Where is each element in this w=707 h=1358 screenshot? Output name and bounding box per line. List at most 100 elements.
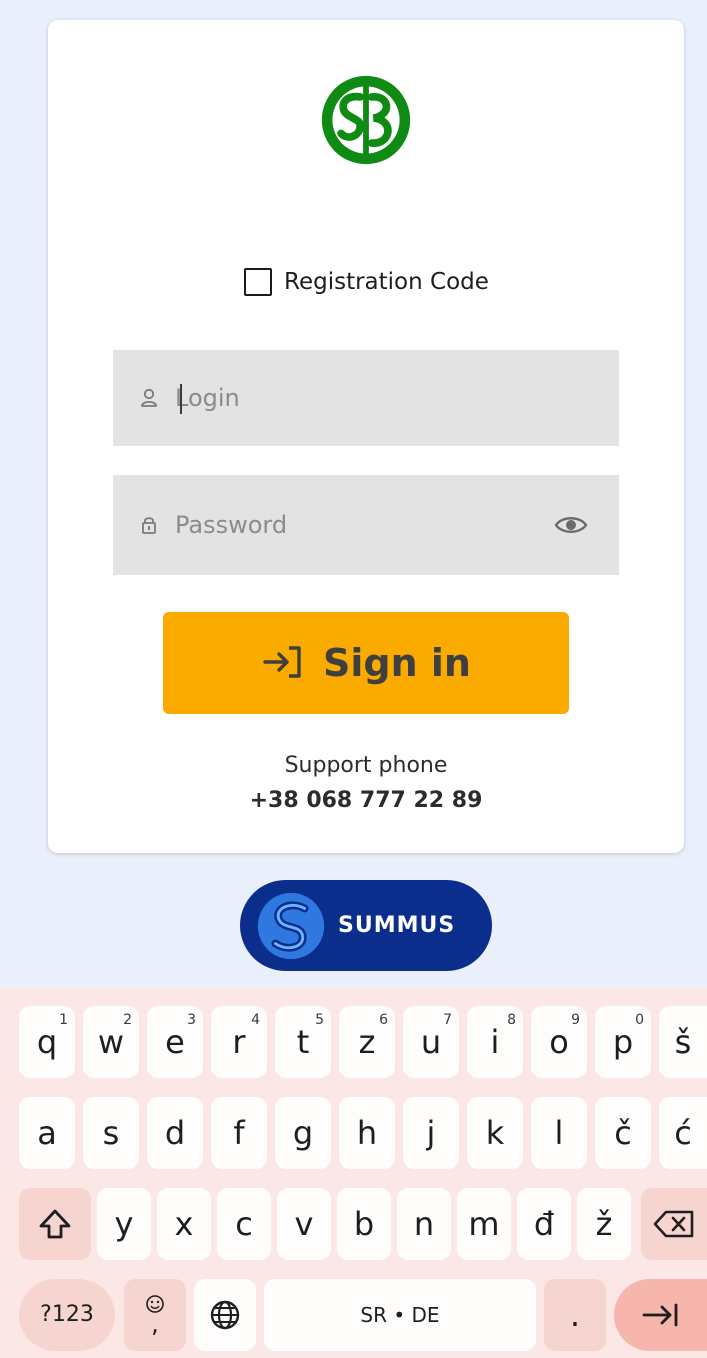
key-hint: 1 — [59, 1012, 68, 1028]
brand-logo — [321, 75, 411, 165]
key-z[interactable]: z6 — [339, 1006, 395, 1078]
password-field[interactable] — [113, 475, 619, 575]
key-label: š — [674, 1023, 692, 1061]
key-y[interactable]: y — [97, 1188, 151, 1260]
symbols-key[interactable]: ?123 — [19, 1279, 115, 1351]
login-card: Registration Code Login Sign in Support … — [48, 20, 684, 853]
key-s[interactable]: s — [83, 1097, 139, 1169]
key-label: h — [356, 1114, 378, 1152]
next-key[interactable] — [614, 1279, 707, 1351]
key-h[interactable]: h — [339, 1097, 395, 1169]
key-c-caron[interactable]: č — [595, 1097, 651, 1169]
password-input[interactable] — [175, 495, 551, 555]
summus-logo-text: SUMMUS — [338, 913, 456, 938]
key-label: v — [294, 1205, 314, 1243]
key-label: g — [292, 1114, 314, 1152]
key-hint: 6 — [379, 1012, 388, 1028]
key-label: p — [612, 1023, 634, 1061]
key-label: u — [420, 1023, 442, 1061]
key-x[interactable]: x — [157, 1188, 211, 1260]
key-r[interactable]: r4 — [211, 1006, 267, 1078]
login-input[interactable] — [175, 368, 619, 428]
key-g[interactable]: g — [275, 1097, 331, 1169]
key-label: s — [102, 1114, 120, 1152]
support-label: Support phone — [284, 753, 448, 778]
key-d-stroke[interactable]: đ — [517, 1188, 571, 1260]
key-label: w — [97, 1023, 125, 1061]
support-phone: +38 068 777 22 89 — [249, 788, 483, 813]
on-screen-keyboard: q1 w2 e3 r4 t5 z6 u7 i8 o9 p0 š a s d f … — [0, 988, 707, 1358]
key-hint: 4 — [251, 1012, 260, 1028]
key-m[interactable]: m — [457, 1188, 511, 1260]
key-hint: 8 — [507, 1012, 516, 1028]
registration-code-checkbox[interactable] — [244, 268, 272, 296]
key-label: . — [569, 1296, 581, 1334]
key-q[interactable]: q1 — [19, 1006, 75, 1078]
shift-icon — [39, 1209, 71, 1239]
key-label: e — [165, 1023, 185, 1061]
key-hint: 5 — [315, 1012, 324, 1028]
key-label: x — [174, 1205, 194, 1243]
key-t[interactable]: t5 — [275, 1006, 331, 1078]
key-d[interactable]: d — [147, 1097, 203, 1169]
key-k[interactable]: k — [467, 1097, 523, 1169]
key-a[interactable]: a — [19, 1097, 75, 1169]
key-hint: 7 — [443, 1012, 452, 1028]
key-label: t — [296, 1023, 310, 1061]
registration-code-label: Registration Code — [284, 269, 489, 295]
key-w[interactable]: w2 — [83, 1006, 139, 1078]
key-c-acute[interactable]: ć — [659, 1097, 707, 1169]
key-o[interactable]: o9 — [531, 1006, 587, 1078]
language-key[interactable] — [194, 1279, 256, 1351]
key-c[interactable]: c — [217, 1188, 271, 1260]
key-hint: 2 — [123, 1012, 132, 1028]
key-label: đ — [533, 1205, 555, 1243]
key-label: r — [232, 1023, 246, 1061]
key-e[interactable]: e3 — [147, 1006, 203, 1078]
shift-key[interactable] — [19, 1188, 91, 1260]
summus-logo: SUMMUS — [240, 880, 492, 971]
key-v[interactable]: v — [277, 1188, 331, 1260]
key-l[interactable]: l — [531, 1097, 587, 1169]
key-label: d — [164, 1114, 186, 1152]
backspace-key[interactable] — [641, 1188, 707, 1260]
key-i[interactable]: i8 — [467, 1006, 523, 1078]
key-label: a — [37, 1114, 57, 1152]
key-label: ?123 — [40, 1302, 94, 1327]
key-p[interactable]: p0 — [595, 1006, 651, 1078]
key-label: c — [235, 1205, 253, 1243]
key-label: n — [413, 1205, 435, 1243]
key-label: q — [36, 1023, 58, 1061]
backspace-icon — [653, 1210, 694, 1238]
key-u[interactable]: u7 — [403, 1006, 459, 1078]
key-hint: 3 — [187, 1012, 196, 1028]
space-bar[interactable]: SR • DE — [264, 1279, 536, 1351]
key-f[interactable]: f — [211, 1097, 267, 1169]
key-label: č — [614, 1114, 632, 1152]
key-label: z — [358, 1023, 376, 1061]
key-label: ž — [595, 1205, 613, 1243]
sign-in-label: Sign in — [323, 641, 471, 685]
eye-icon[interactable] — [551, 505, 591, 545]
key-label: ć — [674, 1114, 692, 1152]
emoji-comma-key[interactable]: , — [124, 1279, 186, 1351]
key-label: k — [485, 1114, 505, 1152]
period-key[interactable]: . — [544, 1279, 606, 1351]
key-label: f — [233, 1114, 245, 1152]
key-s-caron[interactable]: š — [659, 1006, 707, 1078]
next-arrow-icon — [642, 1303, 677, 1327]
registration-code-option[interactable]: Registration Code — [244, 264, 489, 300]
key-z-caron[interactable]: ž — [577, 1188, 631, 1260]
key-n[interactable]: n — [397, 1188, 451, 1260]
key-j[interactable]: j — [403, 1097, 459, 1169]
lock-icon — [139, 514, 159, 536]
key-label: o — [549, 1023, 569, 1061]
text-caret — [180, 384, 182, 414]
user-icon — [139, 387, 159, 409]
sign-in-button[interactable]: Sign in — [163, 612, 569, 714]
globe-icon — [210, 1300, 240, 1330]
key-hint: 0 — [635, 1012, 644, 1028]
login-field[interactable] — [113, 350, 619, 446]
key-b[interactable]: b — [337, 1188, 391, 1260]
key-hint: 9 — [571, 1012, 580, 1028]
